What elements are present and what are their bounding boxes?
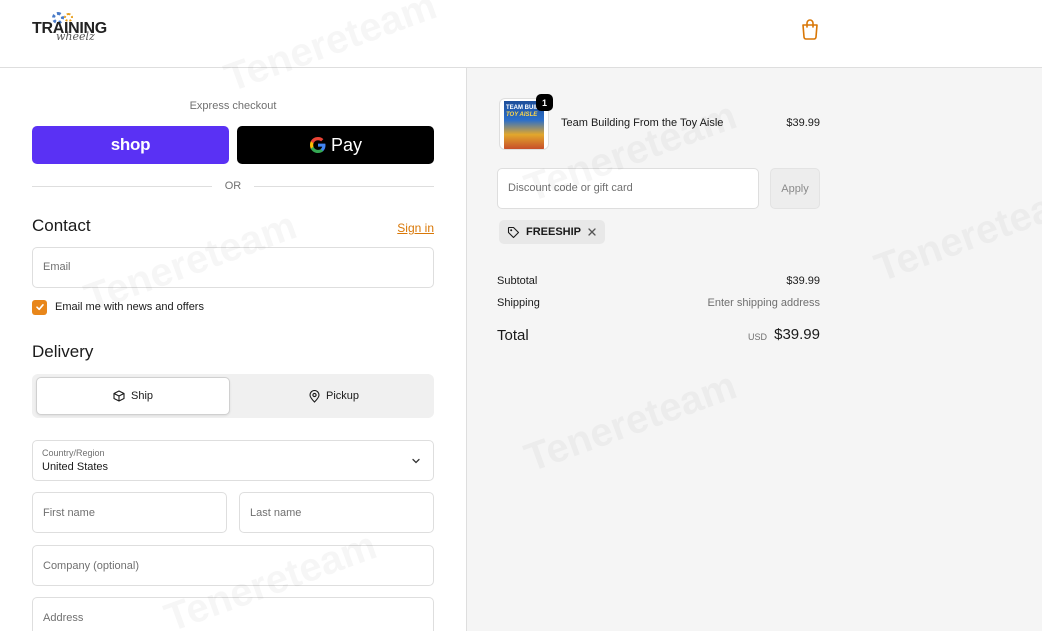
country-select[interactable]: Country/Region United States: [32, 440, 434, 481]
applied-discount-tag: FREESHIP: [499, 220, 606, 244]
subtotal-label: Subtotal: [497, 275, 538, 287]
checkout-header: TRAINING wheelz: [0, 0, 1042, 68]
newsletter-checkbox[interactable]: [32, 299, 47, 315]
shop-pay-button[interactable]: shop: [32, 126, 229, 164]
location-pin-icon: [309, 389, 320, 403]
product-price: $39.99: [786, 117, 820, 129]
company-field[interactable]: Company (optional): [32, 545, 434, 586]
country-label: Country/Region: [42, 448, 105, 458]
discount-code-field[interactable]: Discount code or gift card: [497, 168, 759, 209]
email-placeholder: Email: [43, 261, 71, 273]
country-value: United States: [42, 461, 109, 473]
apply-discount-button[interactable]: Apply: [770, 168, 820, 209]
close-icon: [588, 228, 596, 236]
express-checkout-label: Express checkout: [189, 100, 277, 112]
last-name-placeholder: Last name: [250, 507, 302, 519]
newsletter-label: Email me with news and offers: [55, 301, 204, 313]
google-g-icon: [309, 137, 326, 153]
contact-heading: Contact: [32, 216, 91, 235]
checkmark-icon: [35, 304, 44, 311]
shopping-bag-icon[interactable]: [800, 18, 820, 40]
delivery-heading: Delivery: [32, 342, 94, 361]
ship-option[interactable]: Ship: [36, 377, 230, 415]
company-placeholder: Company (optional): [43, 560, 139, 572]
box-icon: [113, 390, 125, 402]
newsletter-option: Email me with news and offers: [32, 299, 204, 315]
first-name-field[interactable]: First name: [32, 492, 227, 533]
pickup-label: Pickup: [325, 390, 360, 402]
email-field[interactable]: Email: [32, 247, 434, 288]
total-currency: USD: [748, 332, 768, 342]
google-pay-button[interactable]: Pay: [237, 126, 434, 164]
total-label: Total: [497, 327, 529, 344]
product-name: Team Building From the Toy Aisle: [561, 117, 724, 129]
subtotal-row: Subtotal $39.99: [497, 275, 820, 287]
subtotal-value: $39.99: [786, 275, 820, 287]
chevron-down-icon: [412, 458, 420, 464]
tag-icon: [507, 226, 520, 238]
google-pay-label: Pay: [330, 134, 363, 155]
or-divider: OR: [32, 180, 434, 194]
checkout-form-panel: Express checkout shop Pay OR Contact Sig…: [0, 68, 466, 631]
address-placeholder: Address: [43, 612, 84, 624]
shipping-value: Enter shipping address: [707, 297, 820, 309]
last-name-field[interactable]: Last name: [239, 492, 434, 533]
sign-in-link[interactable]: Sign in: [380, 221, 434, 235]
shipping-row: Shipping Enter shipping address: [497, 297, 820, 309]
delivery-method-toggle: Ship Pickup: [32, 374, 434, 418]
or-label: OR: [224, 180, 242, 192]
discount-code-label: FREESHIP: [526, 226, 582, 238]
ship-label: Ship: [130, 390, 154, 402]
discount-placeholder: Discount code or gift card: [508, 182, 633, 194]
quantity-badge: 1: [536, 94, 553, 111]
total-value: $39.99: [774, 326, 820, 343]
address-field[interactable]: Address: [32, 597, 434, 631]
remove-discount-button[interactable]: [587, 227, 597, 237]
order-summary-panel: TEAM BUILDI TOY AISLE 1 Team Building Fr…: [466, 68, 1042, 631]
shipping-label: Shipping: [497, 297, 540, 309]
first-name-placeholder: First name: [43, 507, 95, 519]
logo-script-text: wheelz: [56, 30, 95, 43]
thumbnail-subtitle-text: TOY AISLE: [506, 112, 538, 118]
pickup-option[interactable]: Pickup: [238, 377, 430, 415]
store-logo[interactable]: TRAINING wheelz: [32, 12, 112, 46]
